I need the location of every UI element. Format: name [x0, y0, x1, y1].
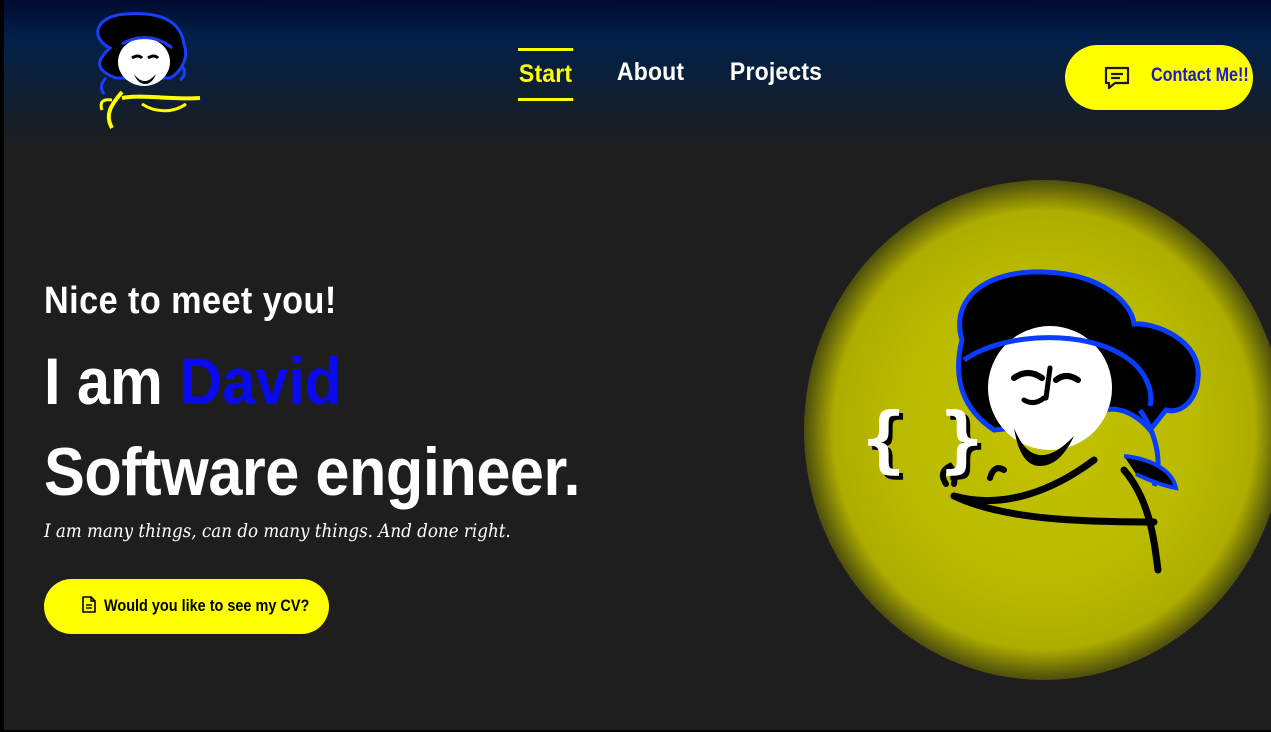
document-icon	[82, 596, 96, 613]
svg-text:{: {	[862, 397, 905, 481]
nav-start[interactable]: Start	[518, 48, 574, 101]
hero-role: Software engineer.	[44, 434, 581, 510]
contact-label: Contact Me!!	[1151, 65, 1249, 86]
contact-button[interactable]: Contact Me!!	[1065, 45, 1253, 110]
hero-name: David	[179, 344, 342, 418]
svg-text:}: }	[940, 397, 983, 481]
avatar-logo[interactable]	[82, 8, 210, 136]
chat-icon	[1104, 66, 1130, 90]
page: Start About Projects Contact Me!! Nice t…	[4, 0, 1271, 730]
header: Start About Projects Contact Me!!	[4, 0, 1271, 150]
cv-label: Would you like to see my CV?	[104, 596, 310, 615]
main-nav: Start About Projects	[518, 48, 831, 101]
avatar-illustration: { { } }	[862, 269, 1201, 574]
greeting: Nice to meet you!	[44, 280, 337, 322]
tagline: I am many things, can do many things. An…	[44, 520, 511, 542]
intro-line: I am David	[44, 348, 341, 414]
nav-about[interactable]: About	[616, 48, 685, 101]
cv-button[interactable]: Would you like to see my CV?	[44, 579, 329, 634]
nav-projects[interactable]: Projects	[729, 48, 823, 101]
hero: Nice to meet you! I am David Software en…	[44, 280, 581, 542]
intro-prefix: I am	[44, 344, 180, 418]
